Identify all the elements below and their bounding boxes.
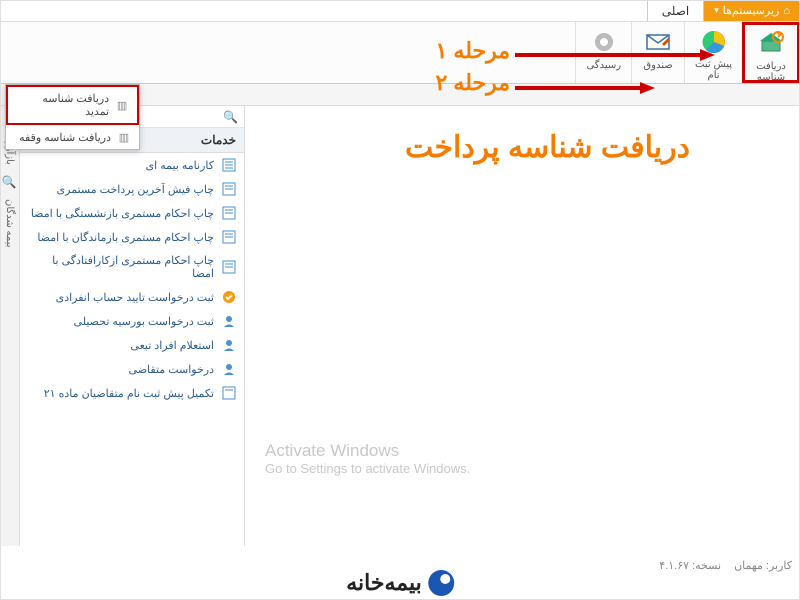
footer-user: کاربر: مهمان <box>734 560 792 572</box>
ribbon-label: رسیدگی <box>586 60 621 71</box>
list-item-label: ثبت درخواست تایید حساب انفرادی <box>56 291 214 304</box>
doc-icon <box>222 158 236 172</box>
ribbon-review[interactable]: رسیدگی <box>575 22 631 83</box>
sidebar-rail: ↻ بازآوری 🔍 بیمه شدگان <box>0 106 20 546</box>
footer-version: نسخه: ۴.۱.۶۷ <box>659 560 721 572</box>
sidebar-item-dependents[interactable]: استعلام افراد تبعی <box>20 333 244 357</box>
sidebar-item-print-disability[interactable]: چاپ احکام مستمری ازکارافتادگی با امضا <box>20 249 244 285</box>
barcode-icon: ▥ <box>117 130 131 144</box>
list-item-label: چاپ احکام مستمری ازکارافتادگی با امضا <box>28 254 214 280</box>
list-item-label: چاپ احکام مستمری بازماندگان با امضا <box>37 231 214 244</box>
dropdown-label: دریافت شناسه وقفه <box>19 131 111 144</box>
person-icon <box>222 338 236 352</box>
footer: کاربر: مهمان نسخه: ۴.۱.۶۷ <box>649 559 792 572</box>
ribbon-get-id[interactable]: دریافت شناسه <box>742 22 800 83</box>
list-item-label: درخواست متقاضی <box>129 363 214 376</box>
logo-icon <box>428 570 454 596</box>
list-item-label: چاپ فیش آخرین پرداخت مستمری <box>57 183 214 196</box>
list-item-label: کارنامه بیمه ای <box>145 159 214 172</box>
sidebar-header-label: خدمات <box>201 133 236 147</box>
ribbon-label: پیش ثبت نام <box>695 59 732 81</box>
dropdown-label: دریافت شناسه تمدید <box>16 92 109 118</box>
main: Activate Windows Go to Settings to activ… <box>0 106 800 546</box>
watermark-line2: Go to Settings to activate Windows. <box>265 461 470 476</box>
pie-icon <box>698 26 730 57</box>
tab-main[interactable]: اصلی <box>647 0 705 21</box>
ribbon-label: صندوق <box>643 60 672 71</box>
person-icon <box>222 314 236 328</box>
chevron-down-icon: ▾ <box>714 5 719 16</box>
dropdown-renew-id[interactable]: ▥ دریافت شناسه تمدید <box>6 85 139 125</box>
logo-text: بیمه‌خانه <box>346 570 422 596</box>
subsystems-button[interactable]: ⌂ زیرسیستم‌ها ▾ <box>704 0 800 21</box>
list-item-label: استعلام افراد تبعی <box>130 339 214 352</box>
sidebar-item-print-retire[interactable]: چاپ احکام مستمری بازنشستگی با امضا <box>20 201 244 225</box>
ribbon-pre-register[interactable]: پیش ثبت نام <box>684 22 742 83</box>
bank-refresh-icon <box>755 29 787 59</box>
ribbon-fund[interactable]: صندوق <box>631 22 684 83</box>
ribbon-label: دریافت شناسه <box>756 61 786 83</box>
sidebar-item-complete-prereg[interactable]: تکمیل پیش ثبت نام متقاضیان ماده ۲۱ <box>20 381 244 405</box>
watermark-line1: Activate Windows <box>265 441 470 461</box>
rail-insured[interactable]: بیمه شدگان <box>4 195 15 252</box>
home-icon: ⌂ <box>783 5 790 17</box>
list-item-label: تکمیل پیش ثبت نام متقاضیان ماده ۲۱ <box>44 387 214 400</box>
sidebar-item-print-survivor[interactable]: چاپ احکام مستمری بازماندگان با امضا <box>20 225 244 249</box>
doc-icon <box>222 230 236 244</box>
sidebar-item-print-receipt[interactable]: چاپ فیش آخرین پرداخت مستمری <box>20 177 244 201</box>
gear-icon <box>588 26 620 58</box>
check-icon <box>222 290 236 304</box>
doc-icon <box>222 182 236 196</box>
sidebar-list: کارنامه بیمه ای چاپ فیش آخرین پرداخت مست… <box>20 153 244 405</box>
ribbon: دریافت شناسه پیش ثبت نام صندوق رسیدگی <box>0 22 800 84</box>
sidebar-item-karname[interactable]: کارنامه بیمه ای <box>20 153 244 177</box>
sidebar-item-account-confirm[interactable]: ثبت درخواست تایید حساب انفرادی <box>20 285 244 309</box>
sidebar-item-applicant-request[interactable]: درخواست متقاضی <box>20 357 244 381</box>
barcode-icon: ▥ <box>115 98 129 112</box>
windows-watermark: Activate Windows Go to Settings to activ… <box>265 441 470 476</box>
sidebar-item-scholarship[interactable]: ثبت درخواست بورسیه تحصیلی <box>20 309 244 333</box>
list-item-label: ثبت درخواست بورسیه تحصیلی <box>74 315 214 328</box>
sidebar: 🔍 جستجو خدمات ▾ کارنامه بیمه ای چاپ فیش … <box>0 106 245 546</box>
content-area: Activate Windows Go to Settings to activ… <box>245 106 800 546</box>
list-item-label: چاپ احکام مستمری بازنشستگی با امضا <box>31 207 214 220</box>
search-icon[interactable]: 🔍 <box>3 175 17 189</box>
envelope-pen-icon <box>642 26 674 58</box>
dropdown-gap-id[interactable]: ▥ دریافت شناسه وقفه <box>6 125 139 149</box>
get-id-dropdown: ▥ دریافت شناسه تمدید ▥ دریافت شناسه وقفه <box>5 84 140 150</box>
doc-icon <box>222 260 236 274</box>
person-icon <box>222 362 236 376</box>
search-icon: 🔍 <box>223 110 238 124</box>
doc-icon <box>222 386 236 400</box>
doc-icon <box>222 206 236 220</box>
logo: بیمه‌خانه <box>346 570 454 596</box>
topbar: ⌂ زیرسیستم‌ها ▾ اصلی <box>0 0 800 22</box>
subsystems-label: زیرسیستم‌ها <box>723 4 780 17</box>
